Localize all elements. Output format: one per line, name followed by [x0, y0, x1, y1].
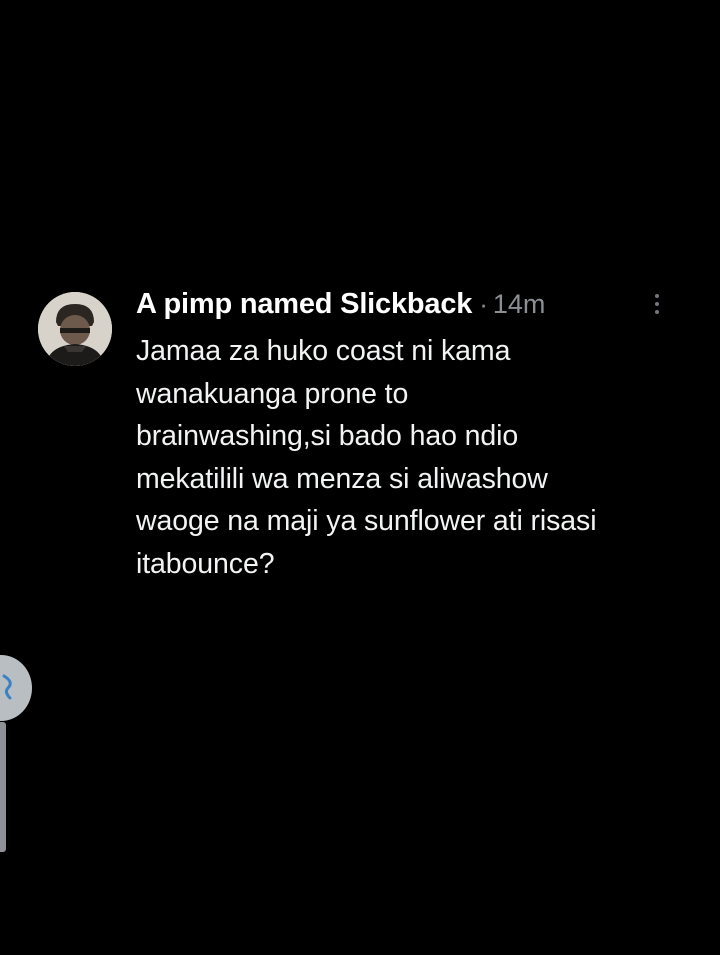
user-avatar[interactable] [38, 292, 112, 366]
tweet-timestamp[interactable]: 14m [493, 289, 546, 320]
more-dot-top [655, 294, 659, 298]
tweet-header: A pimp named Slickback · 14m [136, 288, 676, 328]
more-dot-middle [655, 302, 659, 306]
screenshot-canvas: A pimp named Slickback · 14m Jamaa za hu… [0, 0, 720, 955]
edge-panel-handle[interactable] [0, 722, 6, 852]
header-separator: · [479, 289, 488, 319]
more-dot-bottom [655, 310, 659, 314]
floating-bubble-icon[interactable] [2, 672, 16, 702]
author-display-name[interactable]: A pimp named Slickback [136, 288, 472, 321]
avatar-photo-icon [38, 292, 112, 366]
tweet-card[interactable]: A pimp named Slickback · 14m Jamaa za hu… [38, 288, 678, 598]
tweet-body-text: Jamaa za huko coast ni kama wanakuanga p… [136, 335, 597, 580]
more-options-icon[interactable] [650, 294, 664, 322]
tweet-content: A pimp named Slickback · 14m Jamaa za hu… [136, 288, 676, 585]
